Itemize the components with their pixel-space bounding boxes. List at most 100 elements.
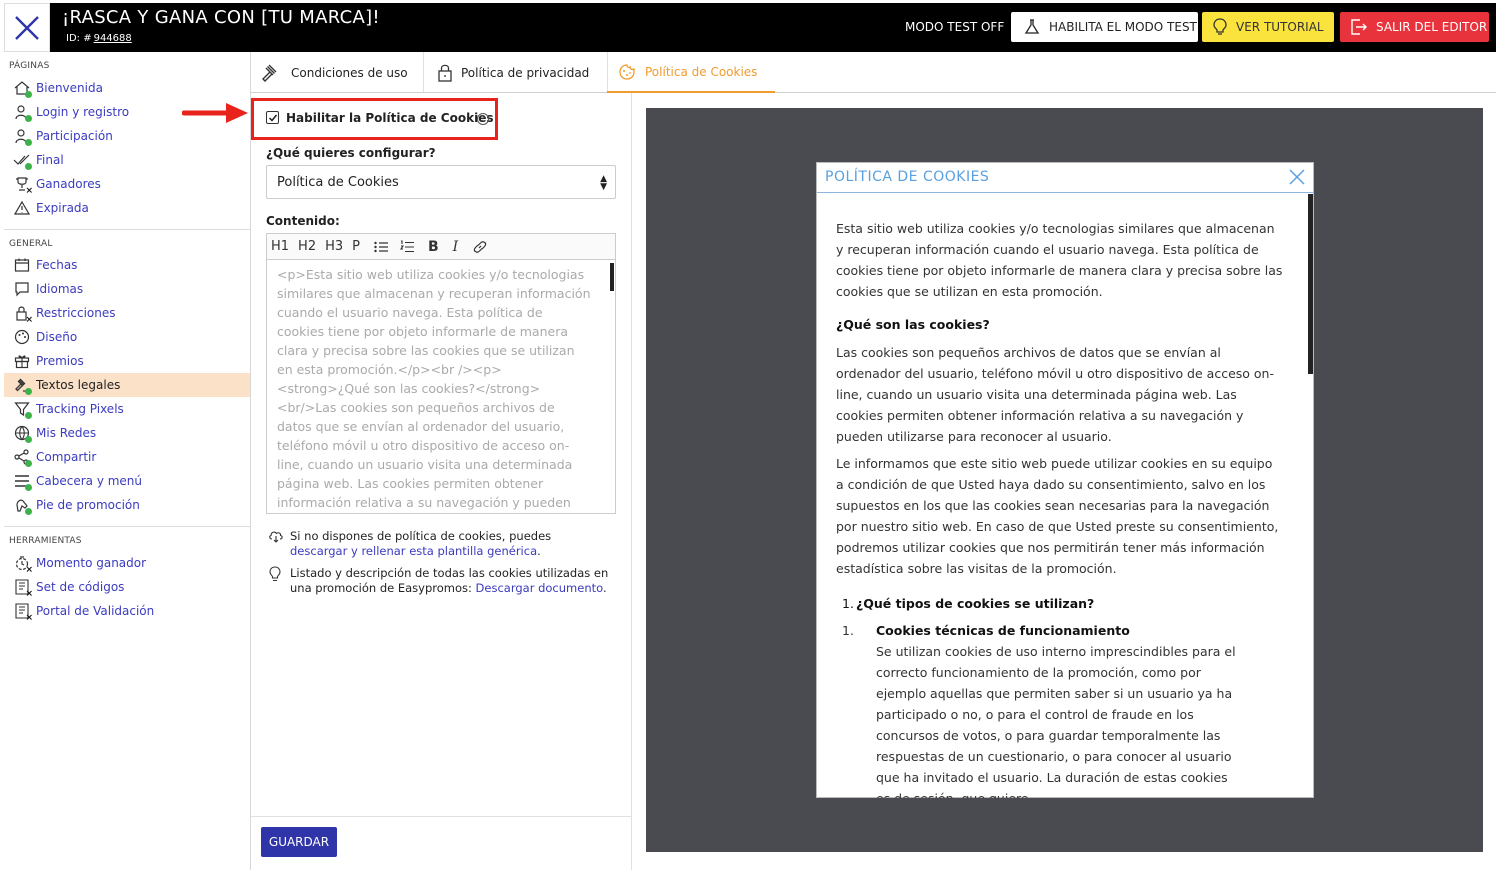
document-hint-end: .: [602, 581, 607, 595]
sidebar-item-fechas[interactable]: Fechas: [4, 253, 250, 277]
sidebar-item-bienvenida[interactable]: Bienvenida: [4, 76, 250, 100]
h2-button[interactable]: H2: [298, 239, 316, 254]
exit-label: SALIR DEL EDITOR: [1376, 20, 1488, 34]
sidebar-item-restricciones[interactable]: × Restricciones: [4, 301, 250, 325]
sidebar-item-textos-legales[interactable]: Textos legales: [4, 373, 250, 397]
modal-paragraph: Le informamos que este sitio web puede u…: [836, 456, 1279, 576]
link-icon[interactable]: [472, 239, 488, 255]
sidebar-item-label: Ganadores: [36, 177, 101, 191]
document-download-link[interactable]: Descargar documento: [476, 581, 603, 595]
disabled-mark: ×: [25, 186, 33, 196]
sidebar-item-cabecera[interactable]: Cabecera y menú: [4, 469, 250, 493]
h3-button[interactable]: H3: [325, 239, 343, 254]
globe-icon: [12, 424, 32, 443]
sidebar-item-label: Final: [36, 153, 64, 167]
lightbulb-icon: [1213, 18, 1227, 35]
sidebar-item-tracking-pixels[interactable]: Tracking Pixels: [4, 397, 250, 421]
sidebar-item-participacion[interactable]: Participación: [4, 124, 250, 148]
sidebar-item-pie[interactable]: Pie de promoción: [4, 493, 250, 517]
close-icon[interactable]: [1289, 169, 1305, 185]
sidebar-item-label: Premios: [36, 354, 84, 368]
numbered-list-icon[interactable]: [399, 239, 414, 254]
list-item: 1. ¿Qué tipos de cookies se utilizan?: [842, 593, 1283, 614]
template-hint: Si no dispones de política de cookies, p…: [268, 529, 618, 559]
id-value[interactable]: 944688: [94, 33, 132, 44]
exit-editor-button[interactable]: SALIR DEL EDITOR: [1340, 12, 1489, 42]
close-editor-button[interactable]: [4, 3, 50, 52]
enable-cookies-checkbox[interactable]: [266, 111, 279, 124]
bullet-list-icon[interactable]: [374, 241, 388, 253]
ticket-icon: ×: [12, 602, 33, 623]
config-select-value: Política de Cookies: [277, 175, 399, 190]
config-question-label: ¿Qué quieres configurar?: [266, 146, 436, 160]
id-label: ID: #: [66, 33, 92, 44]
modal-header: POLÍTICA DE COOKIES: [817, 163, 1313, 193]
tab-label: Condiciones de uso: [291, 65, 408, 80]
promotion-id: ID: #944688: [66, 33, 132, 44]
template-download-link[interactable]: descargar y rellenar esta plantilla gené…: [290, 544, 537, 558]
sidebar-item-portal-validacion[interactable]: × Portal de Validación: [4, 599, 250, 623]
status-dot: [25, 115, 32, 122]
scrollbar-thumb[interactable]: [610, 263, 614, 291]
italic-icon[interactable]: I: [453, 239, 459, 255]
sidebar-item-label: Pie de promoción: [36, 498, 140, 512]
sidebar-item-label: Restricciones: [36, 306, 116, 320]
sidebar-item-mis-redes[interactable]: Mis Redes: [4, 421, 250, 445]
sidebar-item-diseno[interactable]: Diseño: [4, 325, 250, 349]
updown-arrow-icon: ▲ ▼: [600, 174, 607, 192]
warning-icon: [12, 199, 32, 217]
enable-test-mode-button[interactable]: HABILITA EL MODO TEST: [1011, 12, 1198, 42]
status-dot: [25, 460, 32, 467]
share-icon: [12, 448, 32, 467]
sub-list-title: Cookies técnicas de funcionamiento: [876, 623, 1130, 638]
tab-cookies[interactable]: Política de Cookies: [607, 52, 775, 93]
sidebar-item-label: Cabecera y menú: [36, 474, 143, 488]
sidebar-item-label: Login y registro: [36, 105, 130, 119]
modal-paragraph: Las cookies son pequeños archivos de dat…: [836, 345, 1274, 444]
disabled-mark: ×: [25, 589, 33, 599]
status-dot: [25, 91, 32, 98]
ticket-icon: ×: [12, 578, 33, 599]
calendar-icon: [12, 256, 32, 274]
sidebar-item-ganadores[interactable]: × Ganadores: [4, 172, 250, 196]
home-icon: [12, 79, 32, 98]
h1-button[interactable]: H1: [271, 239, 289, 254]
tutorial-button[interactable]: VER TUTORIAL: [1202, 12, 1334, 42]
footer-icon: [12, 496, 32, 515]
sidebar-item-idiomas[interactable]: Idiomas: [4, 277, 250, 301]
sub-list-text: Se utilizan cookies de uso interno impre…: [876, 644, 1236, 798]
sidebar-item-momento-ganador[interactable]: × Momento ganador: [4, 551, 250, 575]
lightbulb-icon: [269, 566, 281, 582]
sidebar-item-expirada[interactable]: Expirada: [4, 196, 250, 220]
cookies-modal: POLÍTICA DE COOKIES Esta sitio web utili…: [816, 162, 1314, 798]
modal-scrollbar[interactable]: [1308, 194, 1313, 374]
section-title-general: GENERAL: [9, 239, 53, 249]
sidebar-item-label: Mis Redes: [36, 426, 97, 440]
status-dot: [25, 163, 32, 170]
sidebar-item-premios[interactable]: Premios: [4, 349, 250, 373]
lock-icon: [438, 64, 452, 82]
sidebar-item-set-codigos[interactable]: × Set de códigos: [4, 575, 250, 599]
save-button[interactable]: GUARDAR: [261, 827, 337, 857]
bold-icon[interactable]: B: [428, 239, 439, 255]
content-textarea[interactable]: <p>Esta sitio web utiliza cookies y/o te…: [266, 259, 616, 514]
sidebar-item-final[interactable]: Final: [4, 148, 250, 172]
tab-privacy[interactable]: Política de privacidad: [437, 52, 607, 93]
filter-icon: [12, 400, 32, 419]
tab-terms[interactable]: Condiciones de uso: [261, 52, 423, 93]
cloud-download-icon: [269, 531, 283, 543]
config-select[interactable]: Política de Cookies ▲ ▼: [266, 165, 616, 199]
lock-icon: ×: [12, 304, 33, 325]
legal-tabs: Condiciones de uso Política de privacida…: [251, 52, 1496, 93]
sidebar-item-label: Compartir: [36, 450, 97, 464]
sidebar-item-label: Bienvenida: [36, 81, 103, 95]
exit-icon: [1351, 19, 1367, 35]
sidebar-item-compartir[interactable]: Compartir: [4, 445, 250, 469]
modal-heading: ¿Qué son las cookies?: [836, 317, 990, 332]
paragraph-button[interactable]: P: [352, 239, 360, 254]
list-number: 1.: [842, 596, 854, 611]
enable-cookies-label[interactable]: Habilitar la Política de Cookies: [286, 111, 493, 125]
help-icon[interactable]: ?: [477, 113, 489, 125]
test-mode-status: MODO TEST OFF: [905, 20, 1005, 34]
tab-label: Política de Cookies: [645, 64, 758, 79]
